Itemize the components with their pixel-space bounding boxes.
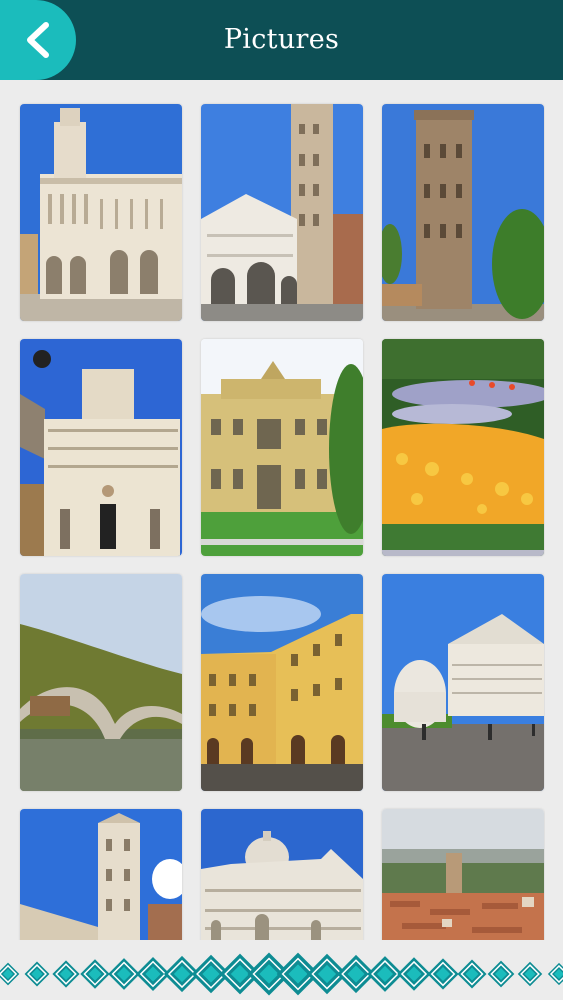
top-app-bar: Pictures bbox=[0, 0, 563, 80]
photo-arched-stone-bridge[interactable] bbox=[20, 574, 182, 791]
photo-palace-courtyard[interactable] bbox=[201, 339, 363, 556]
photo-flower-garden[interactable] bbox=[382, 339, 544, 556]
decorative-footer-border bbox=[0, 948, 563, 1000]
photo-grid bbox=[18, 102, 545, 940]
photo-cathedral-square[interactable] bbox=[382, 574, 544, 791]
photo-cathedral-and-bell-tower[interactable] bbox=[201, 104, 363, 321]
photo-brick-tower[interactable] bbox=[382, 104, 544, 321]
photo-rooftop-panorama[interactable] bbox=[382, 809, 544, 940]
photo-town-square[interactable] bbox=[201, 574, 363, 791]
photo-bell-tower[interactable] bbox=[20, 809, 182, 940]
diamond-border-pattern bbox=[0, 952, 563, 996]
photo-church-facade-arcades[interactable] bbox=[20, 339, 182, 556]
photo-cathedral-dome[interactable] bbox=[201, 809, 363, 940]
page-title: Pictures bbox=[223, 24, 340, 55]
photo-church-facade[interactable] bbox=[20, 104, 182, 321]
